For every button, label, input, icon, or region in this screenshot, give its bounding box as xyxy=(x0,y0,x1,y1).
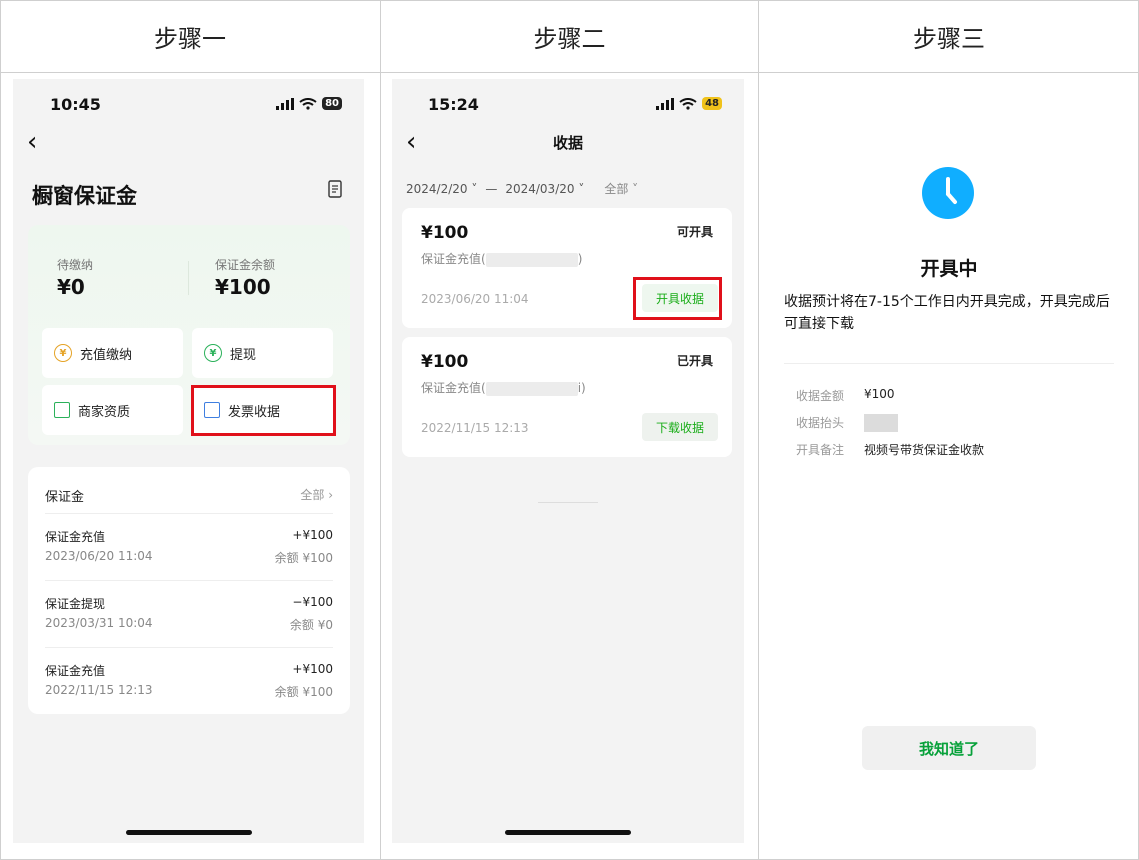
receipt-desc: 保证金充值(i) xyxy=(421,381,586,396)
receipt-card: ¥100 已开具 保证金充值(i) 2022/11/15 12:13 下载收据 xyxy=(402,337,732,457)
status-time: 10:45 xyxy=(50,95,101,114)
record-date: 2022/11/15 12:13 xyxy=(45,683,153,697)
record-balance: 余额 ¥100 xyxy=(274,551,333,565)
wifi-icon xyxy=(679,97,697,110)
document-icon[interactable] xyxy=(328,180,342,198)
battery-icon: 48 xyxy=(702,97,722,110)
date-to-select[interactable]: 2024/03/20 ˅ xyxy=(505,182,584,196)
record-date: 2023/03/31 10:04 xyxy=(45,616,153,630)
home-indicator xyxy=(505,830,631,835)
step-1-header: 步骤一 xyxy=(0,0,380,73)
recharge-label: 充值缴纳 xyxy=(80,347,133,363)
header-field: 收据抬头 xyxy=(796,414,898,432)
record-row[interactable]: 保证金充值 2022/11/15 12:13 +¥100 余额 ¥100 xyxy=(45,647,333,714)
status-filter-select[interactable]: 全部 ˅ xyxy=(604,180,638,197)
withdraw-icon: ¥ xyxy=(204,344,222,362)
withdraw-label: 提现 xyxy=(230,347,257,363)
stat-divider xyxy=(188,261,189,295)
record-date: 2023/06/20 11:04 xyxy=(45,549,153,563)
record-name: 保证金提现 xyxy=(45,597,106,611)
pending-value: ¥0 xyxy=(57,275,85,299)
status-icons: 48 xyxy=(656,97,722,110)
status-icons: 80 xyxy=(276,97,342,110)
records-title: 保证金 xyxy=(45,490,85,505)
record-name: 保证金充值 xyxy=(45,530,106,544)
record-balance: 余额 ¥0 xyxy=(289,618,333,632)
date-from-select[interactable]: 2024/2/20 ˅ xyxy=(406,182,477,196)
page-title: 橱窗保证金 xyxy=(32,184,137,208)
phone-screen-deposit: 10:45 80 ‹ 橱窗保证金 待缴纳 ¥0 保证金余额 ¥100 ¥ 充值缴… xyxy=(13,79,364,843)
license-icon xyxy=(54,402,70,418)
merchant-qualification-label: 商家资质 xyxy=(78,404,131,420)
step-3-header: 步骤三 xyxy=(759,0,1139,73)
amount-field: 收据金额 ¥100 xyxy=(796,387,895,403)
step-2-header: 步骤二 xyxy=(381,0,758,73)
yuan-coin-icon: ¥ xyxy=(54,344,72,362)
record-amount: +¥100 xyxy=(292,662,333,676)
record-amount: −¥100 xyxy=(292,595,333,609)
download-receipt-button[interactable]: 下载收据 xyxy=(642,413,718,441)
receipt-amount: ¥100 xyxy=(421,352,469,372)
record-name: 保证金充值 xyxy=(45,664,106,678)
signal-icon xyxy=(276,97,295,110)
battery-icon: 80 xyxy=(322,97,342,110)
clock-icon xyxy=(922,167,974,219)
status-time: 15:24 xyxy=(428,95,479,114)
signal-icon xyxy=(656,97,675,110)
record-amount: +¥100 xyxy=(292,528,333,542)
date-filter: 2024/2/20 ˅ — 2024/03/20 ˅ 全部 ˅ xyxy=(406,180,638,197)
section-divider xyxy=(784,363,1114,364)
record-row[interactable]: 保证金充值 2023/06/20 11:04 +¥100 余额 ¥100 xyxy=(45,513,333,580)
withdraw-tile[interactable]: ¥ 提现 xyxy=(192,328,333,378)
issuing-title: 开具中 xyxy=(920,258,978,280)
record-balance: 余额 ¥100 xyxy=(274,685,333,699)
receipt-date: 2022/11/15 12:13 xyxy=(421,421,529,435)
receipt-amount: ¥100 xyxy=(421,223,469,243)
got-it-button[interactable]: 我知道了 xyxy=(862,726,1036,770)
balance-value: ¥100 xyxy=(215,275,271,299)
record-row[interactable]: 保证金提现 2023/03/31 10:04 −¥100 余额 ¥0 xyxy=(45,580,333,647)
date-separator: — xyxy=(485,181,498,196)
receipt-desc: 保证金充值() xyxy=(421,252,583,267)
merchant-qualification-tile[interactable]: 商家资质 xyxy=(42,385,183,435)
highlight-box xyxy=(191,385,336,436)
deposit-records-card: 保证金 全部 › 保证金充值 2023/06/20 11:04 +¥100 余额… xyxy=(28,467,350,714)
remark-field: 开具备注 视频号带货保证金收款 xyxy=(796,443,985,457)
wifi-icon xyxy=(299,97,317,110)
column-divider xyxy=(380,0,381,860)
receipt-status: 可开具 xyxy=(676,225,713,239)
column-divider xyxy=(758,0,759,860)
receipt-status: 已开具 xyxy=(676,354,713,368)
redacted-block xyxy=(864,414,898,432)
receipt-card: ¥100 可开具 保证金充值() 2023/06/20 11:04 开具收据 xyxy=(402,208,732,328)
issuing-description: 收据预计将在7-15个工作日内开具完成，开具完成后可直接下载 xyxy=(784,294,1110,332)
home-indicator xyxy=(126,830,252,835)
back-button[interactable]: ‹ xyxy=(27,127,37,157)
recharge-tile[interactable]: ¥ 充值缴纳 xyxy=(42,328,183,378)
balance-label: 保证金余额 xyxy=(215,258,276,272)
pending-label: 待缴纳 xyxy=(57,258,94,272)
highlight-box xyxy=(633,277,722,320)
list-end-divider xyxy=(538,502,598,503)
view-all-link[interactable]: 全部 › xyxy=(300,486,333,503)
phone-screen-receipts: 15:24 48 ‹ 收据 2024/2/20 ˅ — 2024/03/20 ˅… xyxy=(392,79,744,843)
receipt-date: 2023/06/20 11:04 xyxy=(421,292,529,306)
page-title: 收据 xyxy=(552,134,583,152)
